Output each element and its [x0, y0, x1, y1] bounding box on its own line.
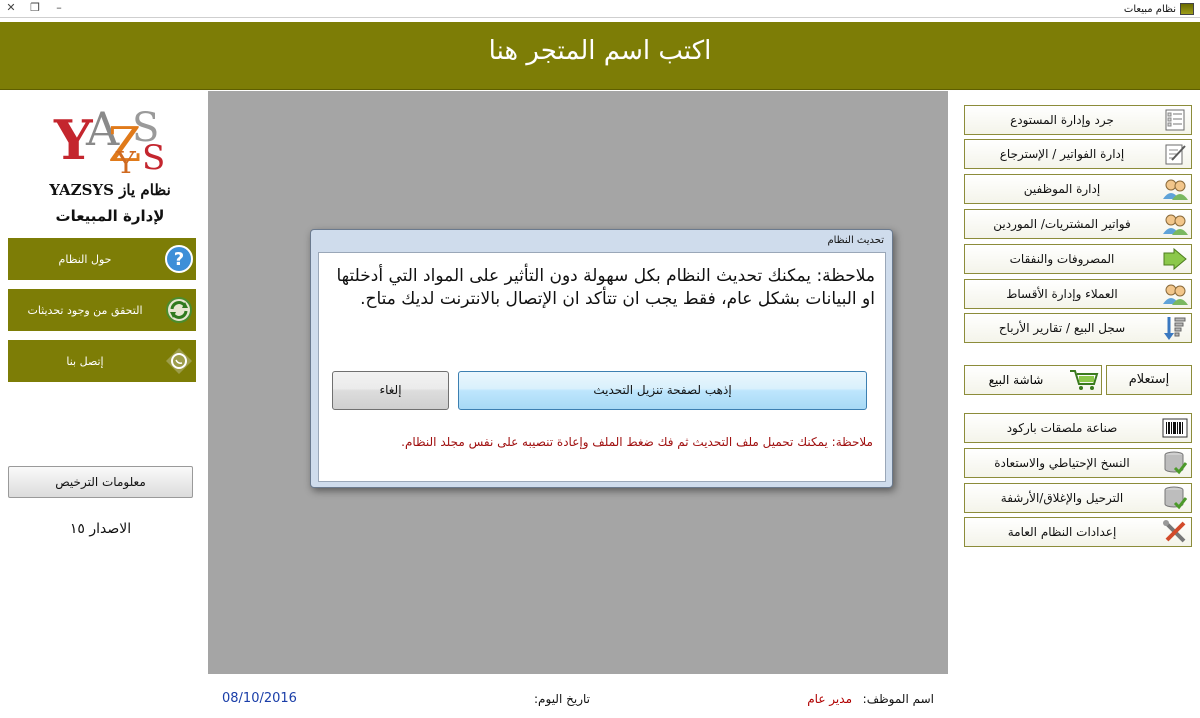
dialog-note: ملاحظة: يمكنك تحميل ملف التحديث ثم فك ضغ…: [401, 435, 873, 449]
employee-name: مدير عام: [807, 692, 852, 706]
database-icon: [1159, 449, 1191, 477]
system-settings-button[interactable]: إعدادات النظام العامة: [964, 517, 1192, 547]
cart-icon: [1067, 366, 1101, 394]
users-icon: [1159, 175, 1191, 203]
arrow-icon: [1159, 245, 1191, 273]
invoices-button[interactable]: إدارة الفواتير / الإسترجاع: [964, 139, 1192, 169]
brand-line1: نظام ياز YAZSYS: [49, 181, 171, 199]
database-icon: [1159, 484, 1191, 512]
store-name-title: اكتب اسم المتجر هنا: [488, 36, 712, 66]
check-updates-label: التحقق من وجود تحديثات: [27, 303, 143, 317]
current-date: 08/10/2016: [222, 691, 297, 706]
contact-us-label: إتصل بنا: [66, 354, 104, 368]
barcode-labels-label: صناعة ملصقات باركود: [1006, 421, 1118, 435]
dialog-message: ملاحظة: يمكنك تحديث النظام بكل سهولة دون…: [336, 266, 875, 309]
app-icon: [1180, 3, 1194, 15]
system-settings-label: إعدادات النظام العامة: [1007, 525, 1117, 539]
check-updates-button[interactable]: التحقق من وجود تحديثات: [8, 289, 196, 331]
right-panel: جرد وإدارة المستودع إدارة الفواتير / الإ…: [948, 91, 1200, 718]
inventory-button[interactable]: جرد وإدارة المستودع: [964, 105, 1192, 135]
date-label: تاريخ اليوم:: [534, 692, 590, 706]
backup-restore-button[interactable]: النسخ الإحتياطي والاستعادة: [964, 448, 1192, 478]
brand-line2: لإدارة المبيعات: [55, 207, 165, 225]
left-panel: Y A Z S Y S نظام ياز YAZSYS لإدارة المبي…: [0, 91, 208, 718]
report-icon: [1159, 314, 1191, 342]
go-to-download-button[interactable]: إذهب لصفحة تنزيل التحديث: [458, 371, 867, 410]
yazsys-logo: Y A Z S Y S: [53, 102, 165, 175]
sales-report-label: سجل البيع / تقارير الأرباح: [998, 321, 1126, 335]
update-dialog: تحديث النظام ملاحظة: يمكنك تحديث النظام …: [310, 229, 893, 488]
dialog-title: تحديث النظام: [827, 235, 884, 246]
refresh-icon: [162, 293, 196, 327]
app-title: نظام مبيعات: [1124, 1, 1194, 17]
license-info-button[interactable]: معلومات الترخيص: [8, 466, 193, 498]
employees-button[interactable]: إدارة الموظفين: [964, 174, 1192, 204]
employee-label: اسم الموظف:: [862, 692, 934, 706]
invoice-icon: [1159, 140, 1191, 168]
users-icon: [1159, 280, 1191, 308]
inventory-label: جرد وإدارة المستودع: [1010, 113, 1114, 127]
dialog-body: ملاحظة: يمكنك تحديث النظام بكل سهولة دون…: [318, 252, 886, 482]
store-banner: اكتب اسم المتجر هنا: [0, 22, 1200, 90]
svg-text:?: ?: [174, 249, 184, 270]
invoices-label: إدارة الفواتير / الإسترجاع: [999, 147, 1125, 161]
customers-label: العملاء وإدارة الأقساط: [1006, 287, 1118, 301]
archiving-button[interactable]: الترحيل والإغلاق/الأرشفة: [964, 483, 1192, 513]
cancel-button[interactable]: إلغاء: [332, 371, 449, 410]
minimize-window-button[interactable]: –: [48, 0, 70, 16]
window-controls: ✕ ❐ –: [0, 0, 72, 18]
expenses-label: المصروفات والنفقات: [1009, 252, 1115, 266]
version-label: الاصدار ١٥: [69, 521, 132, 537]
purchases-button[interactable]: فواتير المشتريات/ الموردين: [964, 209, 1192, 239]
sales-screen-button[interactable]: شاشة البيع: [964, 365, 1102, 395]
close-window-button[interactable]: ✕: [0, 0, 22, 16]
about-system-button[interactable]: ? حول النظام: [8, 238, 196, 280]
expenses-button[interactable]: المصروفات والنفقات: [964, 244, 1192, 274]
svg-text:Y: Y: [115, 146, 137, 175]
sales-screen-label: شاشة البيع: [988, 373, 1044, 387]
status-footer: 08/10/2016 تاريخ اليوم: مدير عام اسم الم…: [208, 674, 948, 718]
inventory-icon: [1159, 106, 1191, 134]
maximize-window-button[interactable]: ❐: [24, 0, 46, 16]
employees-label: إدارة الموظفين: [1023, 182, 1101, 196]
whatsapp-icon: [162, 344, 196, 378]
help-icon: ?: [162, 242, 196, 276]
window-titlebar: ✕ ❐ – نظام مبيعات: [0, 0, 1200, 18]
backup-restore-label: النسخ الإحتياطي والاستعادة: [994, 456, 1130, 470]
archiving-label: الترحيل والإغلاق/الأرشفة: [1000, 491, 1124, 505]
contact-us-button[interactable]: إتصل بنا: [8, 340, 196, 382]
customers-button[interactable]: العملاء وإدارة الأقساط: [964, 279, 1192, 309]
app-title-text: نظام مبيعات: [1123, 3, 1176, 15]
query-button[interactable]: إستعلام: [1106, 365, 1192, 395]
barcode-icon: [1159, 414, 1191, 442]
barcode-labels-button[interactable]: صناعة ملصقات باركود: [964, 413, 1192, 443]
users-icon: [1159, 210, 1191, 238]
about-system-label: حول النظام: [58, 252, 112, 266]
tools-icon: [1159, 518, 1191, 546]
purchases-label: فواتير المشتريات/ الموردين: [993, 217, 1131, 231]
sales-report-button[interactable]: سجل البيع / تقارير الأرباح: [964, 313, 1192, 343]
svg-text:S: S: [142, 138, 165, 175]
